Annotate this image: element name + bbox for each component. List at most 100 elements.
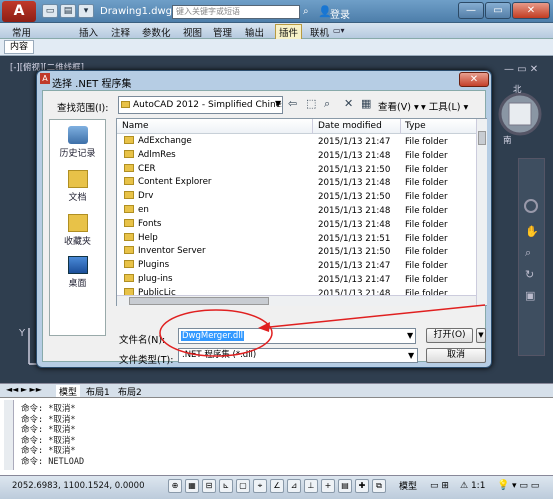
drafting-toggle-icon[interactable]: ⧉ <box>372 479 386 493</box>
zoom-icon[interactable]: ⌕ <box>525 246 544 260</box>
folder-icon <box>124 246 134 255</box>
look-in-label: 查找范围(I): <box>57 103 109 114</box>
lightbulb-icon[interactable]: 💡 <box>497 480 509 491</box>
annotation-scale[interactable]: ⚠ 1:1 <box>460 481 485 491</box>
file-date: 2015/1/13 21:48 <box>318 219 391 230</box>
place-documents[interactable]: 文档 <box>50 170 105 203</box>
folder-icon <box>124 177 134 186</box>
place-desktop[interactable]: 桌面 <box>50 256 105 289</box>
drafting-toggle-icon[interactable]: + <box>321 479 335 493</box>
up-folder-icon[interactable]: ⬚ <box>306 97 316 110</box>
new-folder-icon[interactable]: ▦ <box>361 97 371 110</box>
file-row[interactable]: Plugins 2015/1/13 21:47 File folder <box>124 260 478 274</box>
drafting-toggle-icon[interactable]: ⌖ <box>253 479 267 493</box>
file-row[interactable]: AdExchange 2015/1/13 21:47 File folder <box>124 136 478 150</box>
menu-annotate[interactable]: 注释 <box>111 25 130 39</box>
toolbar-lock-icon[interactable]: ▾ ▭ ▭ <box>512 481 539 491</box>
folder-icon <box>124 274 134 282</box>
file-row[interactable]: AdlmRes 2015/1/13 21:48 File folder <box>124 149 478 164</box>
drafting-toggle-icon[interactable]: ✚ <box>355 479 369 493</box>
model-button[interactable]: 模型 <box>399 479 417 492</box>
file-row[interactable]: Fonts 2015/1/13 21:48 File folder <box>124 218 478 233</box>
coordinate-readout[interactable]: 2052.6983, 1100.1524, 0.0000 <box>12 481 144 491</box>
open-icon[interactable]: ▤ <box>60 4 76 18</box>
ribbon-toggle-icon[interactable]: ▭▾ <box>333 26 345 35</box>
dialog-close-button[interactable]: ✕ <box>459 72 489 87</box>
pan-icon[interactable]: ✋ <box>525 225 544 238</box>
look-in-select[interactable]: AutoCAD 2012 - Simplified Chinese <box>118 96 283 114</box>
scroll-thumb[interactable] <box>478 131 486 145</box>
file-row[interactable]: Inventor Server 2015/1/13 21:50 File folde… <box>124 246 478 260</box>
file-type: File folder <box>405 219 448 230</box>
drafting-toggle-icon[interactable]: ▢ <box>236 479 250 493</box>
menu-plugins[interactable]: 插件 <box>275 24 303 40</box>
navigation-bar[interactable]: ✋ ⌕ ↻ ▣ <box>518 158 545 356</box>
history-icon <box>67 126 88 144</box>
column-date-modified[interactable]: Date modified <box>318 121 382 131</box>
drafting-toggle-icon[interactable]: ⊕ <box>168 479 182 493</box>
place-history[interactable]: 历史记录 <box>50 126 105 159</box>
back-icon[interactable]: ⇦ <box>288 97 297 110</box>
drafting-toggle-icon[interactable]: ⊿ <box>287 479 301 493</box>
menu-insert[interactable]: 插入 <box>79 25 98 39</box>
maximize-button[interactable]: ▭ <box>485 2 511 19</box>
file-date: 2015/1/13 21:50 <box>318 247 391 258</box>
menu-online[interactable]: 联机 <box>310 25 329 39</box>
drafting-toggle-icon[interactable]: ⊾ <box>219 479 233 493</box>
folder-icon <box>124 149 134 158</box>
orbit-icon[interactable]: ↻ <box>525 268 544 281</box>
file-row[interactable]: Help 2015/1/13 21:51 File folder <box>124 232 478 247</box>
new-icon[interactable]: ▭ <box>42 4 58 18</box>
menu-home[interactable]: 常用 <box>12 25 31 39</box>
tools-label: 工具(L) <box>428 102 461 113</box>
file-date: 2015/1/13 21:50 <box>318 192 391 203</box>
binoculars-icon[interactable]: ⌕ <box>303 6 309 17</box>
dialog-title: 选择 .NET 程序集 <box>52 79 132 90</box>
red-annotation <box>159 304 486 357</box>
folder-icon <box>124 232 134 241</box>
viewport-controls[interactable]: — ▭ ✕ <box>504 64 538 75</box>
drafting-toggle-icon[interactable]: ⊥ <box>304 479 318 493</box>
menu-view[interactable]: 视图 <box>183 25 202 39</box>
menu-output[interactable]: 输出 <box>245 25 264 39</box>
column-type[interactable]: Type <box>405 121 426 131</box>
delete-icon[interactable]: ✕ <box>344 97 353 110</box>
chevron-down-icon[interactable]: ▼ <box>275 99 281 108</box>
file-row[interactable]: en 2015/1/13 21:48 File folder <box>124 205 478 219</box>
command-grip[interactable] <box>4 400 14 470</box>
login-link[interactable]: 登录 <box>330 6 350 21</box>
menu-parametric[interactable]: 参数化 <box>142 25 171 39</box>
steering-wheel-icon[interactable] <box>524 199 538 213</box>
place-favorites[interactable]: 收藏夹 <box>50 214 105 247</box>
drafting-toggle-icon[interactable]: ∠ <box>270 479 284 493</box>
tools-menu[interactable]: ▾ 工具(L) ▾ <box>421 99 468 113</box>
file-row[interactable]: Drv 2015/1/13 21:50 File folder <box>124 191 478 205</box>
file-name: AdExchange <box>124 136 192 146</box>
showmotion-icon[interactable]: ▣ <box>525 289 544 302</box>
menu-manage[interactable]: 管理 <box>213 25 232 39</box>
close-button[interactable]: ✕ <box>512 2 550 19</box>
search-input[interactable]: 键入关键字或短语 <box>172 5 300 19</box>
file-name: en <box>124 205 149 215</box>
drafting-toggle-icon[interactable]: ▦ <box>185 479 199 493</box>
folder-icon <box>121 101 130 108</box>
view-menu[interactable]: 查看(V) ▾ <box>378 99 419 113</box>
tab-nav-arrows[interactable]: ◄◄ ► ►► <box>6 385 42 394</box>
minimize-button[interactable]: — <box>458 2 484 19</box>
app-logo-button[interactable]: A <box>2 1 36 22</box>
ribbon-tab-content[interactable]: 内容 <box>4 40 34 54</box>
folder-icon <box>124 191 134 200</box>
vertical-scrollbar[interactable] <box>476 119 487 305</box>
file-type: File folder <box>405 233 448 244</box>
file-row[interactable]: CER 2015/1/13 21:50 File folder <box>124 163 478 178</box>
drafting-toggle-icon[interactable]: ⊟ <box>202 479 216 493</box>
save-icon[interactable]: ▾ <box>78 4 94 18</box>
file-row[interactable]: Content Explorer 2015/1/13 21:48 File fold… <box>124 177 478 191</box>
column-name[interactable]: Name <box>122 121 149 131</box>
file-row[interactable]: plug-ins 2015/1/13 21:47 File folder <box>124 274 478 288</box>
search-web-icon[interactable]: ⌕ <box>324 97 330 111</box>
file-type: File folder <box>405 192 448 203</box>
drafting-toggle-icon[interactable]: ▤ <box>338 479 352 493</box>
column-divider <box>400 119 401 134</box>
layout-switch-icon[interactable]: ▭ ⊞ <box>430 481 449 491</box>
